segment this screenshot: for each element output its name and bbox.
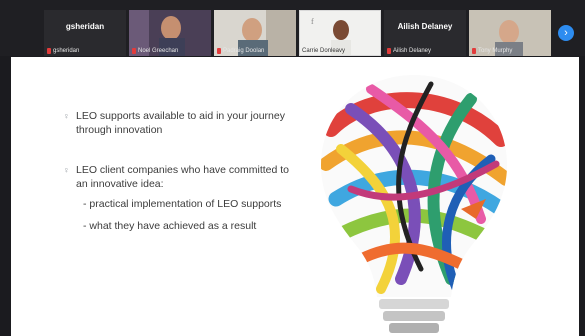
- participant-label: Noel Greechan: [132, 48, 178, 54]
- participant-tile-ailish[interactable]: Ailish Delaney Ailish Delaney: [384, 10, 466, 56]
- participant-label: Padraig Doolan: [217, 48, 264, 54]
- participant-tile-padraig[interactable]: Padraig Doolan: [214, 10, 296, 56]
- mic-off-icon: [217, 48, 221, 54]
- shared-screen-slide: ♀ LEO supports available to aid in your …: [11, 57, 579, 336]
- svg-text:f: f: [311, 17, 314, 26]
- participant-label: Ailish Delaney: [387, 48, 431, 54]
- next-participants-button[interactable]: ›: [558, 25, 574, 41]
- slide-subpoint-1: - practical implementation of LEO suppor…: [83, 198, 282, 210]
- mic-off-icon: [387, 48, 391, 54]
- participant-name: gsheridan: [65, 22, 105, 31]
- slide-bullet-2: ♀ LEO client companies who have committe…: [63, 164, 290, 190]
- chevron-right-icon: ›: [564, 27, 568, 39]
- mic-off-icon: [132, 48, 136, 54]
- participant-strip: gsheridan gsheridan Noel Greechan Padrai…: [0, 0, 585, 56]
- participant-tile-tony[interactable]: Tony Murphy: [469, 10, 551, 56]
- slide-bullet-1: ♀ LEO supports available to aid in your …: [63, 110, 285, 136]
- participant-tile-noel[interactable]: Noel Greechan: [129, 10, 211, 56]
- participant-label: gsheridan: [47, 48, 79, 54]
- mic-off-icon: [47, 48, 51, 54]
- participant-label: Tony Murphy: [472, 48, 512, 54]
- mic-off-icon: [472, 48, 476, 54]
- slide-subpoint-2: - what they have achieved as a result: [83, 220, 257, 232]
- lightbulb-illustration: [321, 75, 507, 333]
- participant-tile-carrie[interactable]: f Carrie Donleavy: [299, 10, 381, 56]
- participant-tile-gsheridan[interactable]: gsheridan gsheridan: [44, 10, 126, 56]
- bullet-icon: ♀: [63, 165, 70, 175]
- participant-label: Carrie Donleavy: [302, 48, 346, 54]
- bullet-icon: ♀: [63, 111, 70, 121]
- participant-name: Ailish Delaney: [397, 22, 453, 31]
